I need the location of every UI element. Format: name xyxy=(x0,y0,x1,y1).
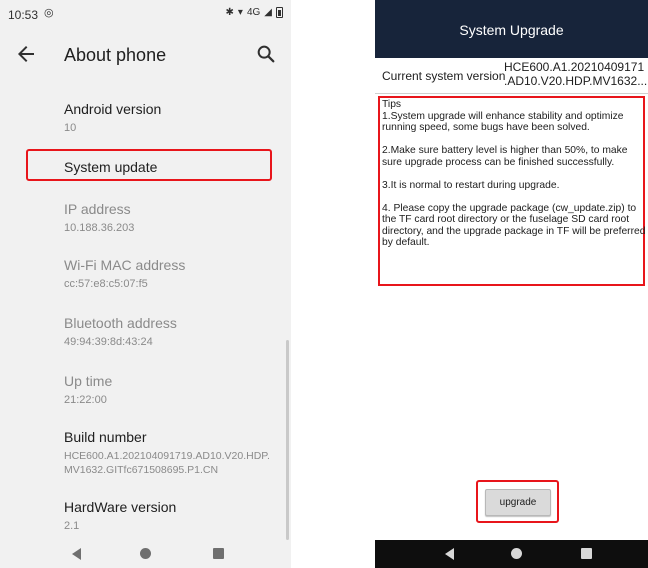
signal-icon: ◢ xyxy=(264,7,272,18)
nav-home-icon[interactable] xyxy=(140,548,151,559)
status-bar: 10:53 ◎ ✱ ▾ 4G ◢ xyxy=(0,0,291,28)
item-title: HardWare version xyxy=(64,499,177,515)
item-value: 49:94:39:8d:43:24 xyxy=(64,336,153,348)
app-bar: About phone xyxy=(0,28,291,84)
list-item-ip-address[interactable]: IP address 10.188.36.203 xyxy=(64,200,288,235)
list-item-wifi-mac[interactable]: Wi-Fi MAC address cc:57:e8:c5:07:f5 xyxy=(64,256,288,291)
page-title: About phone xyxy=(64,45,167,65)
current-version-value: HCE600.A1.20210409171 .AD10.V20.HDP.MV16… xyxy=(504,60,648,88)
nav-home-icon[interactable] xyxy=(511,548,522,559)
item-title: Up time xyxy=(64,373,113,389)
item-value: 21:22:00 xyxy=(64,394,107,406)
bluetooth-icon: ✱ xyxy=(225,7,234,18)
navigation-bar xyxy=(0,540,291,568)
nav-back-icon[interactable] xyxy=(72,548,81,560)
search-icon[interactable] xyxy=(255,43,277,65)
back-arrow-icon[interactable] xyxy=(14,42,38,66)
item-title: Wi-Fi MAC address xyxy=(64,257,186,273)
tip-4: 4. Please copy the upgrade package (cw_u… xyxy=(382,202,646,249)
nav-recents-icon[interactable] xyxy=(213,548,224,559)
item-title: IP address xyxy=(64,201,131,217)
scrollbar[interactable] xyxy=(286,340,289,540)
status-icons: ✱ ▾ 4G ◢ xyxy=(226,7,283,18)
about-phone-screen: 10:53 ◎ ✱ ▾ 4G ◢ About phone Android ver… xyxy=(0,0,291,568)
list-item-hardware-version[interactable]: HardWare version 2.1 xyxy=(64,498,288,533)
upgrade-title: System Upgrade xyxy=(459,22,564,38)
system-update-highlight xyxy=(26,149,272,181)
item-title: Build number xyxy=(64,429,147,445)
tips-panel: Tips 1.System upgrade will enhance stabi… xyxy=(382,99,646,260)
item-value: cc:57:e8:c5:07:f5 xyxy=(64,278,148,290)
list-item-android-version[interactable]: Android version 10 xyxy=(64,100,288,135)
list-item-up-time[interactable]: Up time 21:22:00 xyxy=(64,372,288,407)
status-time: 10:53 xyxy=(8,8,39,22)
nav-recents-icon[interactable] xyxy=(581,548,592,559)
divider xyxy=(375,93,648,94)
tips-heading: Tips xyxy=(382,99,402,110)
tip-2: 2.Make sure battery level is higher than… xyxy=(382,145,628,168)
system-upgrade-screen: System Upgrade Current system version HC… xyxy=(375,0,648,568)
upgrade-header: System Upgrade xyxy=(375,0,648,58)
item-title: Bluetooth address xyxy=(64,315,177,331)
item-title: Android version xyxy=(64,101,162,117)
item-value: 10 xyxy=(64,122,77,134)
current-version-label: Current system version xyxy=(382,69,506,83)
navigation-bar xyxy=(375,540,648,568)
wifi-icon: ▾ xyxy=(237,7,243,18)
tip-3: 3.It is normal to restart during upgrade… xyxy=(382,179,560,191)
upgrade-button[interactable]: upgrade xyxy=(485,489,551,516)
network-label: 4G xyxy=(246,7,261,18)
list-item-build-number[interactable]: Build number HCE600.A1.202104091719.AD10… xyxy=(64,428,288,477)
tip-1: 1.System upgrade will enhance stability … xyxy=(382,110,624,134)
camera-icon: ◎ xyxy=(44,7,54,19)
list-item-bluetooth-address[interactable]: Bluetooth address 49:94:39:8d:43:24 xyxy=(64,314,288,349)
item-value: 10.188.36.203 xyxy=(64,222,135,234)
item-value: 2.1 xyxy=(64,520,80,532)
battery-icon xyxy=(276,7,283,18)
item-value: HCE600.A1.202104091719.AD10.V20.HDP. MV1… xyxy=(64,450,270,476)
nav-back-icon[interactable] xyxy=(445,548,454,560)
